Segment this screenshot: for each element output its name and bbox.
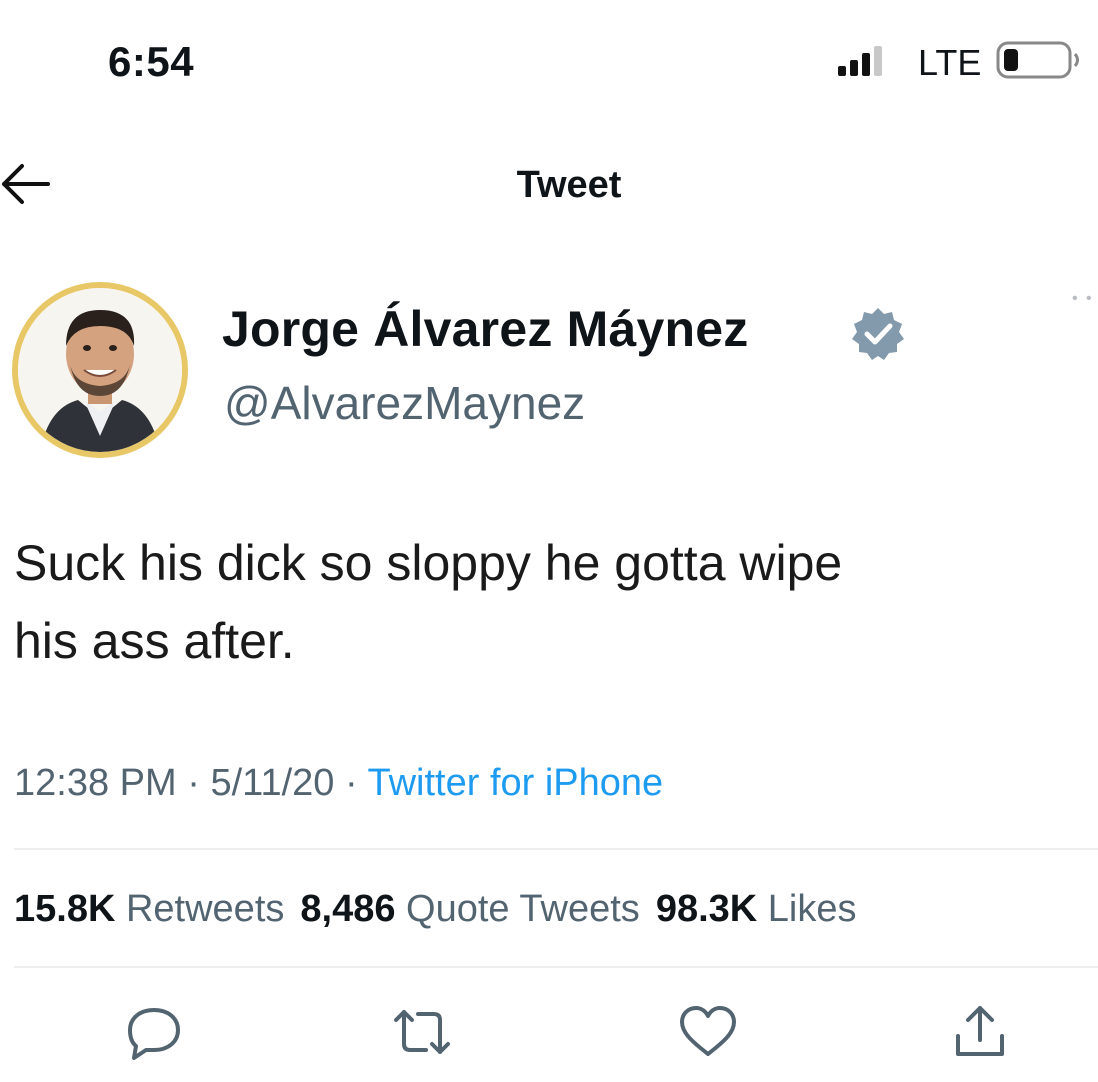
meta-separator: · <box>187 762 200 804</box>
tweet-stats: 15.8K Retweets 8,486 Quote Tweets 98.3K Li… <box>14 888 857 931</box>
likes-stat[interactable]: 98.3K Likes <box>656 888 857 930</box>
network-type-label: LTE <box>918 42 982 83</box>
signal-bars-icon <box>838 46 882 76</box>
quote-tweets-label: Quote Tweets <box>406 888 640 930</box>
like-icon[interactable] <box>676 1000 740 1064</box>
tweet-time[interactable]: 12:38 PM <box>14 762 177 804</box>
more-options-icon[interactable]: • • <box>1072 290 1094 308</box>
page-title: Tweet <box>516 164 622 206</box>
author-display-name[interactable]: Jorge Álvarez Máynez <box>222 300 748 358</box>
reply-icon[interactable] <box>122 1000 186 1064</box>
tweet-text-line-1: Suck his dick so sloppy he gotta wipe <box>14 535 843 591</box>
author-handle[interactable]: @AlvarezMaynez <box>224 376 585 430</box>
share-icon[interactable] <box>948 1000 1012 1064</box>
retweets-label: Retweets <box>125 888 285 930</box>
tweet-date[interactable]: 5/11/20 <box>210 762 334 804</box>
quote-tweets-count: 8,486 <box>300 888 396 930</box>
quote-tweets-stat[interactable]: 8,486 Quote Tweets <box>300 888 639 930</box>
likes-count: 98.3K <box>655 888 758 930</box>
retweet-icon[interactable] <box>390 1000 454 1064</box>
divider <box>14 966 1098 968</box>
verified-badge-icon <box>852 308 904 360</box>
profile-photo <box>18 288 182 452</box>
tweet-text-line-2: his ass after. <box>14 613 295 669</box>
meta-separator: · <box>344 762 358 804</box>
avatar[interactable] <box>12 282 188 458</box>
tweet-text: Suck his dick so sloppy he gotta wipe hi… <box>14 524 1084 680</box>
retweets-count: 15.8K <box>14 888 116 930</box>
status-bar-time: 6:54 <box>108 38 195 85</box>
tweet-source-link[interactable]: Twitter for iPhone <box>368 762 664 804</box>
tweet-meta: 12:38 PM · 5/11/20 · Twitter for iPhone <box>14 762 663 805</box>
divider <box>14 848 1098 850</box>
likes-label: Likes <box>767 888 857 930</box>
retweets-stat[interactable]: 15.8K Retweets <box>14 888 284 930</box>
battery-low-icon <box>996 41 1079 79</box>
